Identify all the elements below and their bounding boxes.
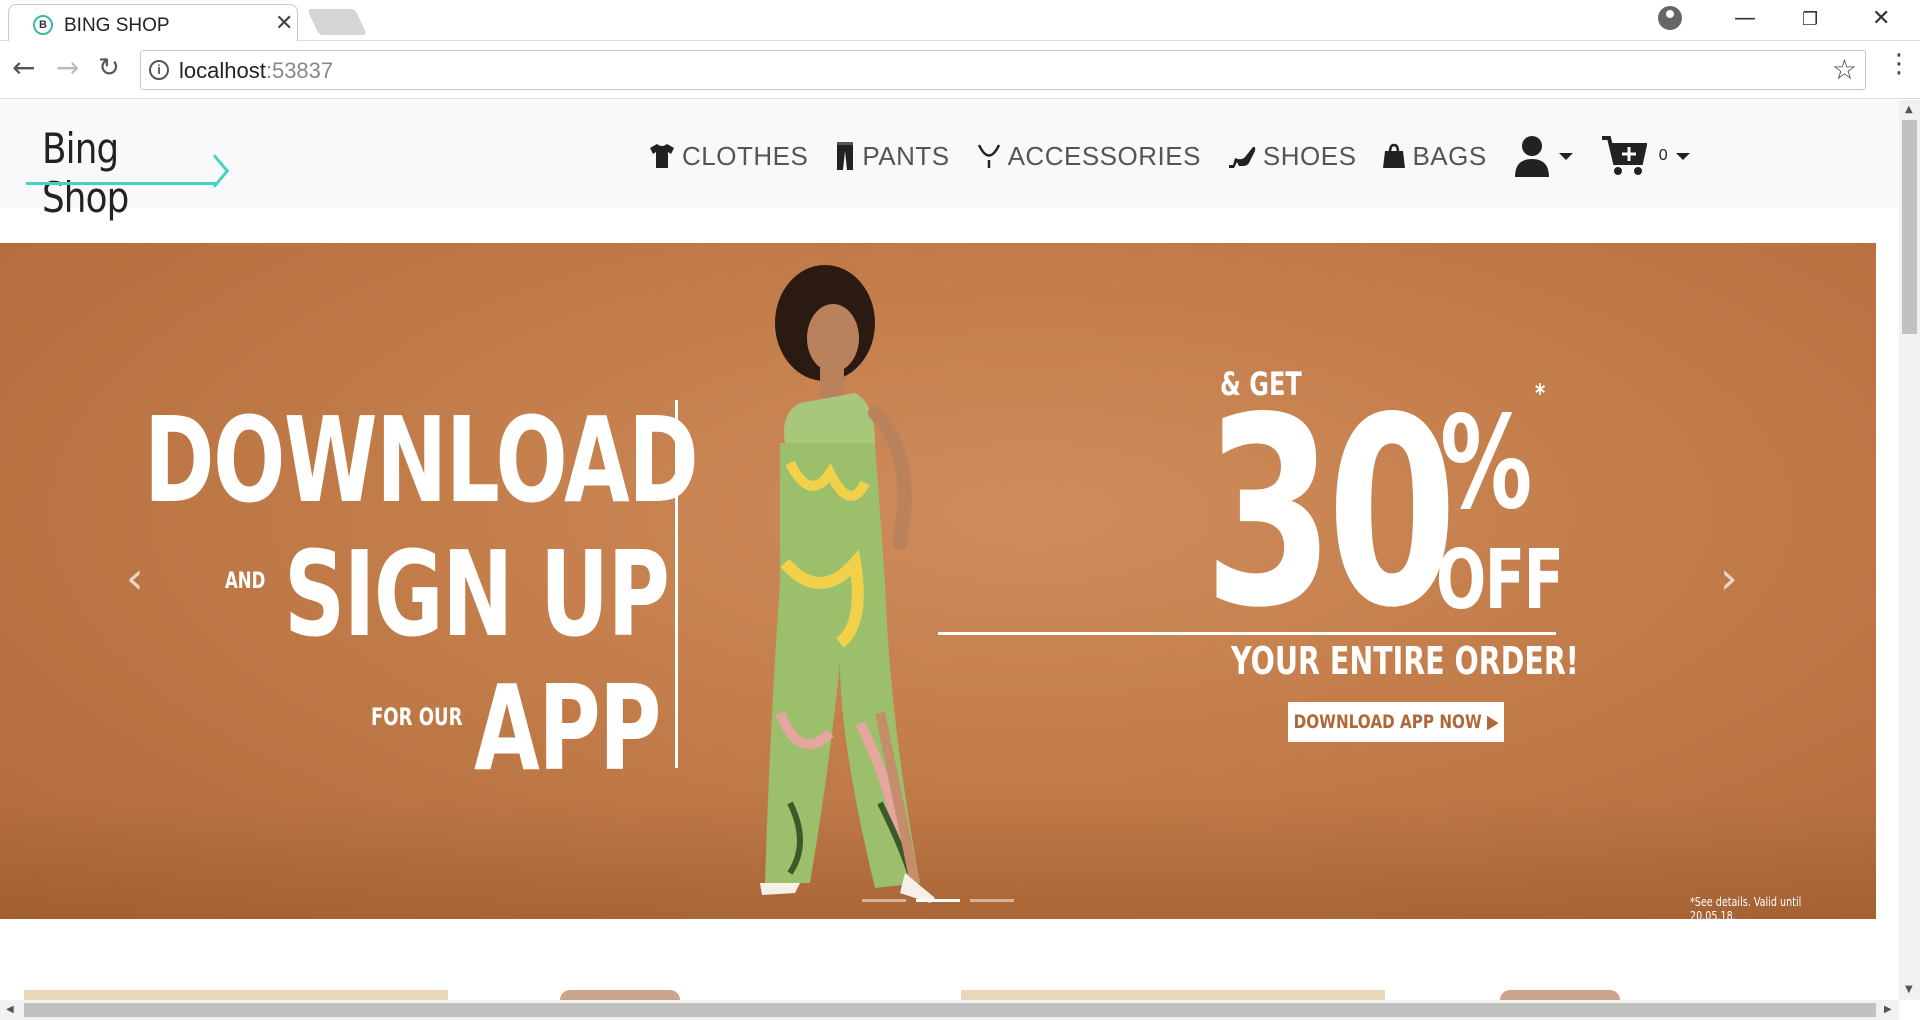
banner-percent-sign: % — [1440, 389, 1532, 538]
menu-item-pants[interactable]: PANTS — [834, 141, 949, 172]
url-port: :53837 — [265, 58, 334, 83]
tshirt-icon — [650, 144, 674, 168]
chevron-down-icon — [1675, 152, 1690, 160]
address-bar[interactable]: i localhost:53837 ☆ — [140, 50, 1866, 90]
download-app-label: DOWNLOAD APP NOW ▶ — [1293, 711, 1499, 733]
menu-item-clothes[interactable]: CLOTHES — [648, 141, 808, 172]
download-app-button[interactable]: DOWNLOAD APP NOW ▶ — [1288, 702, 1504, 742]
menu-kebab-icon[interactable]: ⋮ — [1886, 49, 1912, 79]
bookmark-star-icon[interactable]: ☆ — [1832, 53, 1857, 86]
close-window-icon[interactable]: ✕ — [1872, 6, 1890, 31]
profile-icon[interactable] — [1658, 6, 1682, 30]
carousel-indicators — [862, 899, 1024, 902]
vertical-scroll-thumb[interactable] — [1902, 120, 1917, 334]
menu-label-bags: BAGS — [1412, 140, 1487, 171]
scroll-down-icon[interactable]: ▼ — [1905, 984, 1913, 995]
menu-label-pants: PANTS — [862, 140, 950, 171]
carousel-next-icon[interactable]: › — [1720, 553, 1738, 604]
reload-icon[interactable]: ↻ — [98, 53, 120, 83]
scroll-up-icon[interactable]: ▲ — [1905, 104, 1913, 115]
banner-divider-vertical — [675, 400, 678, 768]
user-dropdown[interactable] — [1513, 134, 1573, 178]
pants-icon — [837, 142, 854, 170]
carousel-prev-icon[interactable]: ‹ — [126, 553, 144, 604]
tab-title: BING SHOP — [64, 15, 170, 36]
scroll-left-icon[interactable]: ◀ — [6, 1004, 14, 1015]
high-heel-icon — [1228, 146, 1256, 168]
new-tab-button[interactable] — [306, 9, 368, 35]
cart-count: 0 — [1658, 147, 1668, 164]
carousel-indicator-1[interactable] — [862, 899, 906, 902]
favicon-icon: B — [33, 15, 53, 35]
close-tab-icon[interactable]: ✕ — [275, 11, 293, 36]
necklace-icon — [977, 144, 1000, 168]
cart-plus-icon — [1601, 136, 1647, 175]
banner-signup-text: SIGN UP — [284, 525, 670, 663]
banner-divider-horizontal — [938, 632, 1556, 635]
cart-dropdown[interactable]: 0 — [1601, 135, 1690, 177]
vertical-scrollbar[interactable]: ▲ ▼ — [1899, 100, 1920, 1000]
browser-toolbar: ← → ↻ i localhost:53837 ☆ ⋮ — [0, 41, 1920, 99]
product-thumbnail-2[interactable] — [560, 990, 680, 1000]
browser-tab[interactable]: B BING SHOP ✕ — [8, 4, 298, 42]
user-icon — [1514, 136, 1549, 177]
horizontal-scroll-thumb[interactable] — [24, 1003, 1876, 1017]
banner-percent-number: 30 — [1204, 363, 1457, 665]
bag-icon — [1383, 143, 1406, 168]
back-icon[interactable]: ← — [12, 51, 35, 84]
product-thumbnail-4[interactable] — [1500, 990, 1620, 1000]
page-viewport: Bing Shop CLOTHES PANTS ACCESSORIES SHOE… — [0, 100, 1899, 1000]
browser-tabstrip: B BING SHOP ✕ — ❐ ✕ — [0, 0, 1920, 42]
carousel-indicator-2[interactable] — [916, 899, 960, 902]
site-logo[interactable]: Bing Shop — [26, 124, 231, 222]
banner-and-text: AND — [225, 569, 266, 594]
banner-asterisk: * — [1535, 379, 1546, 409]
url-host: localhost — [179, 58, 266, 83]
banner-app-text: APP — [474, 659, 661, 797]
carousel-indicator-3[interactable] — [970, 899, 1014, 902]
main-menu: CLOTHES PANTS ACCESSORIES SHOES BAGS 0 — [648, 134, 1690, 178]
banner-fine-print: *See details. Valid until 20.05.18. — [1690, 895, 1802, 919]
minimize-icon[interactable]: — — [1734, 6, 1756, 31]
menu-label-accessories: ACCESSORIES — [1007, 140, 1201, 171]
banner-entire-order-text: YOUR ENTIRE ORDER! — [1231, 639, 1579, 683]
product-thumbnail-3[interactable] — [961, 990, 1385, 1000]
chevron-down-icon — [1558, 152, 1573, 160]
product-thumbnail-1[interactable] — [24, 990, 448, 1000]
forward-icon[interactable]: → — [56, 51, 79, 84]
banner-off-text: OFF — [1436, 533, 1564, 628]
banner-for-our-text: FOR OUR — [371, 703, 463, 731]
menu-item-shoes[interactable]: SHOES — [1227, 141, 1357, 172]
url-text: localhost:53837 — [179, 58, 333, 84]
logo-text: Bing Shop — [42, 124, 129, 222]
model-image — [760, 265, 935, 903]
scroll-right-icon[interactable]: ▶ — [1884, 1004, 1892, 1015]
menu-item-bags[interactable]: BAGS — [1382, 141, 1486, 172]
promo-carousel[interactable]: DOWNLOAD AND SIGN UP FOR OUR APP & GET 3… — [0, 243, 1876, 919]
banner-download-text: DOWNLOAD — [144, 391, 699, 529]
horizontal-scrollbar[interactable]: ◀ ▶ — [0, 1000, 1899, 1020]
menu-label-shoes: SHOES — [1262, 140, 1357, 171]
menu-label-clothes: CLOTHES — [682, 140, 809, 171]
logo-underline — [26, 182, 218, 185]
restore-icon[interactable]: ❐ — [1802, 9, 1818, 30]
site-navbar: Bing Shop CLOTHES PANTS ACCESSORIES SHOE… — [0, 100, 1899, 222]
menu-item-accessories[interactable]: ACCESSORIES — [976, 141, 1201, 172]
info-icon[interactable]: i — [149, 60, 169, 80]
